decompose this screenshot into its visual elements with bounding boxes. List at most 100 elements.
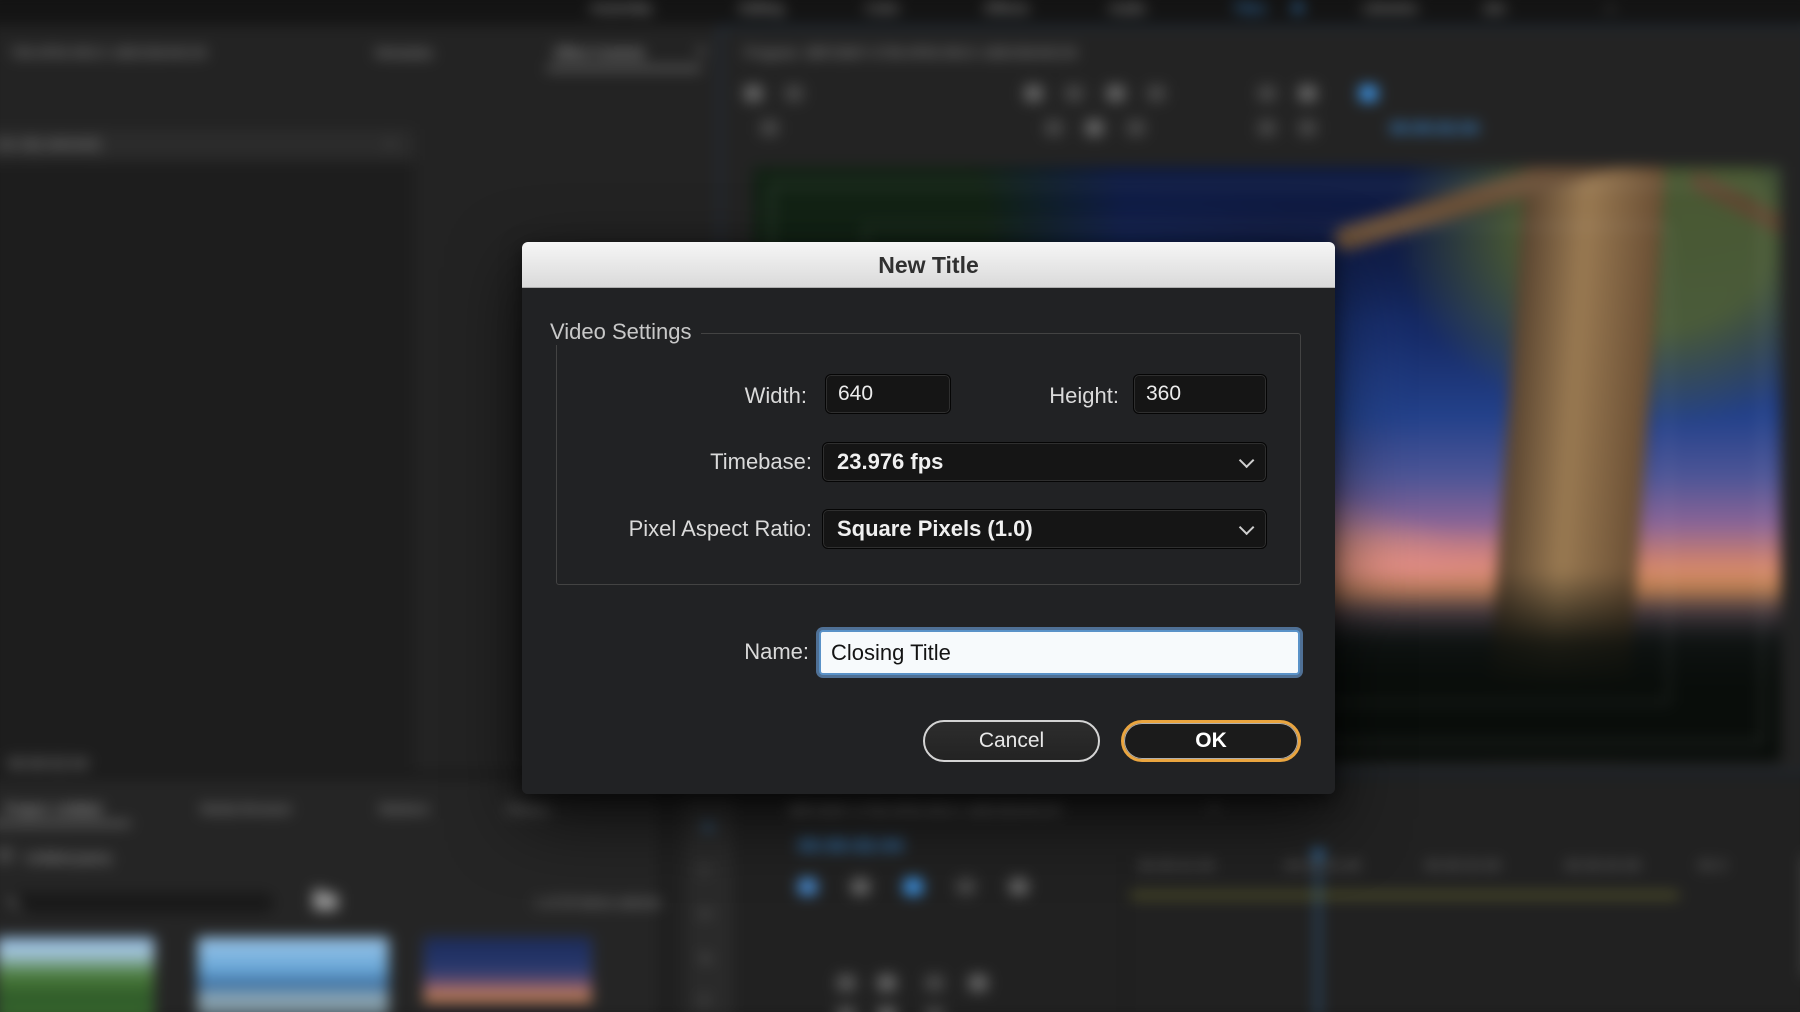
monitor-icon[interactable] [1258, 120, 1276, 136]
chevron-right-icon[interactable]: › [387, 135, 392, 152]
workspace-tab-audio[interactable]: Audio [1109, 0, 1145, 16]
monitor-icon[interactable] [1065, 85, 1084, 102]
settings-icon[interactable] [956, 878, 976, 895]
track-target-icon[interactable] [925, 974, 944, 992]
sequence-tab[interactable]: 3BF23607-2708-4F83-95CC-1BDCB243C29 [788, 801, 1060, 816]
no-clip-text: (no clip selected) [0, 136, 101, 152]
linked-selection-icon[interactable] [851, 878, 870, 895]
markers-tab[interactable]: Markers [379, 801, 428, 816]
pen-tool-icon[interactable]: ✎ [700, 951, 712, 968]
marker-icon[interactable] [904, 878, 923, 895]
monitor-icon[interactable] [744, 85, 762, 102]
track-eye-icon[interactable] [969, 974, 988, 992]
project-thumbnail[interactable] [422, 936, 593, 1012]
monitor-icon[interactable] [1148, 85, 1166, 102]
playhead-icon[interactable] [1311, 850, 1326, 861]
monitor-icon[interactable] [785, 85, 804, 102]
workspace-tab-libraries[interactable]: Libraries [1363, 0, 1418, 16]
monitor-icon-row-3 [1258, 85, 1336, 106]
nest-icon[interactable] [1009, 878, 1028, 895]
track-header-divider[interactable] [1125, 855, 1127, 1012]
pixel-aspect-ratio-select[interactable]: Square Pixels (1.0) [822, 509, 1267, 549]
new-title-dialog: New Title Video Settings Width: Height: … [522, 242, 1335, 794]
height-input[interactable] [1133, 374, 1267, 414]
monitor-icon[interactable] [1258, 85, 1276, 102]
project-name: Untitled.prproj [25, 850, 111, 866]
workspace-active-indicator-icon [1291, 1, 1304, 11]
cancel-button[interactable]: Cancel [923, 720, 1100, 762]
monitor-icon-row-1 [744, 85, 823, 106]
track-lock-icon[interactable] [837, 974, 856, 992]
active-tab-underline [0, 822, 131, 825]
track-mute-icon[interactable] [837, 1007, 856, 1012]
ruler-label: 00:0 [1698, 859, 1726, 873]
project-thumbnail[interactable] [196, 936, 390, 1012]
type-tool-icon[interactable]: T [700, 993, 709, 1009]
active-tab-underline [546, 67, 702, 70]
project-thumbnail[interactable] [0, 936, 155, 1012]
dialog-body: Video Settings Width: Height: Timebase: … [522, 288, 1335, 794]
monitor-icon[interactable] [1024, 85, 1043, 102]
track-select-tool-icon[interactable]: □ [700, 861, 709, 877]
chevron-down-icon [1238, 452, 1255, 468]
workspace-tab-titles[interactable]: Titles [1233, 0, 1266, 16]
workspace-tab-jan[interactable]: Jan [1483, 0, 1506, 16]
timebase-label: Timebase: [710, 449, 812, 474]
chevron-down-icon [1238, 519, 1255, 535]
monitor-icon[interactable] [1299, 85, 1317, 102]
workspace-tab-effects[interactable]: Effects [985, 0, 1028, 16]
monitor-icon-row-4 [760, 120, 798, 140]
playhead-line[interactable] [1317, 860, 1320, 1012]
program-timecode: 00:00:02:04 [1390, 120, 1479, 138]
ruler-label: 00:00:01:00 [1139, 859, 1214, 873]
dialog-title: New Title [878, 252, 979, 278]
monitor-icon[interactable] [760, 120, 779, 136]
workspace-tab-assembly[interactable]: Assembly [590, 0, 652, 16]
effect-controls-tab[interactable]: Effect Controls [555, 45, 645, 60]
razor-tool-icon[interactable]: ✂ [700, 906, 712, 923]
search-icon [5, 896, 16, 907]
monitor-icon[interactable] [1299, 120, 1317, 136]
history-tab[interactable]: History [506, 801, 549, 816]
monitor-icon[interactable] [1086, 120, 1104, 136]
project-search-input[interactable] [0, 889, 277, 917]
pixel-aspect-ratio-label: Pixel Aspect Ratio: [628, 516, 812, 541]
workspace-overflow-icon[interactable]: » [1606, 0, 1614, 16]
width-input[interactable] [825, 374, 951, 414]
video-settings-legend: Video Settings [540, 319, 702, 345]
program-monitor-title: Program: 3BF23607-2708-4F83-95CC-1BDCB24… [744, 45, 1077, 61]
media-browser-tab[interactable]: Media Browser [201, 801, 292, 816]
timebase-select[interactable]: 23.976 fps [822, 442, 1267, 482]
height-label: Height: [1049, 383, 1119, 408]
panel-menu-icon[interactable]: ≡ [697, 43, 706, 60]
project-file-icon [0, 848, 13, 863]
project-tab[interactable]: Project: Untitled [5, 801, 102, 816]
name-label: Name: [744, 639, 809, 664]
width-label: Width: [744, 383, 807, 408]
ok-button[interactable]: OK [1121, 720, 1301, 762]
track-solo-icon[interactable] [877, 1007, 896, 1012]
close-icon[interactable]: × [1210, 799, 1219, 816]
name-input[interactable] [819, 630, 1300, 675]
selection-status: 1 of 20 items selected [534, 894, 668, 910]
workspace-tab-editing[interactable]: Editing [740, 0, 783, 16]
effect-controls-empty-area [0, 160, 414, 771]
monitor-icon[interactable] [1127, 120, 1145, 136]
monitor-icon[interactable] [1106, 85, 1125, 102]
export-frame-icon[interactable] [1359, 85, 1378, 102]
track-rec-icon[interactable] [925, 1007, 944, 1012]
effect-controls-timecode: 00:00:02:04 [7, 755, 89, 773]
monitor-icon-row-2 [1024, 85, 1185, 106]
work-area-bar[interactable] [1130, 893, 1679, 897]
ruler-label: 00:00:04:00 [1565, 859, 1640, 873]
monitor-icon-row-5 [1045, 120, 1164, 140]
source-tab[interactable]: 708-4F83-95CC-1BDCB243C29 [10, 45, 207, 60]
monitor-icon[interactable] [1045, 120, 1063, 136]
clip-header-bar: (no clip selected) › [0, 129, 414, 161]
new-bin-icon[interactable] [313, 889, 338, 910]
track-sync-icon[interactable] [877, 974, 896, 992]
metadata-tab[interactable]: Metadata [375, 45, 432, 60]
dialog-titlebar[interactable]: New Title [522, 242, 1335, 288]
snap-icon[interactable] [798, 878, 817, 895]
workspace-tab-color[interactable]: Color [865, 0, 899, 16]
